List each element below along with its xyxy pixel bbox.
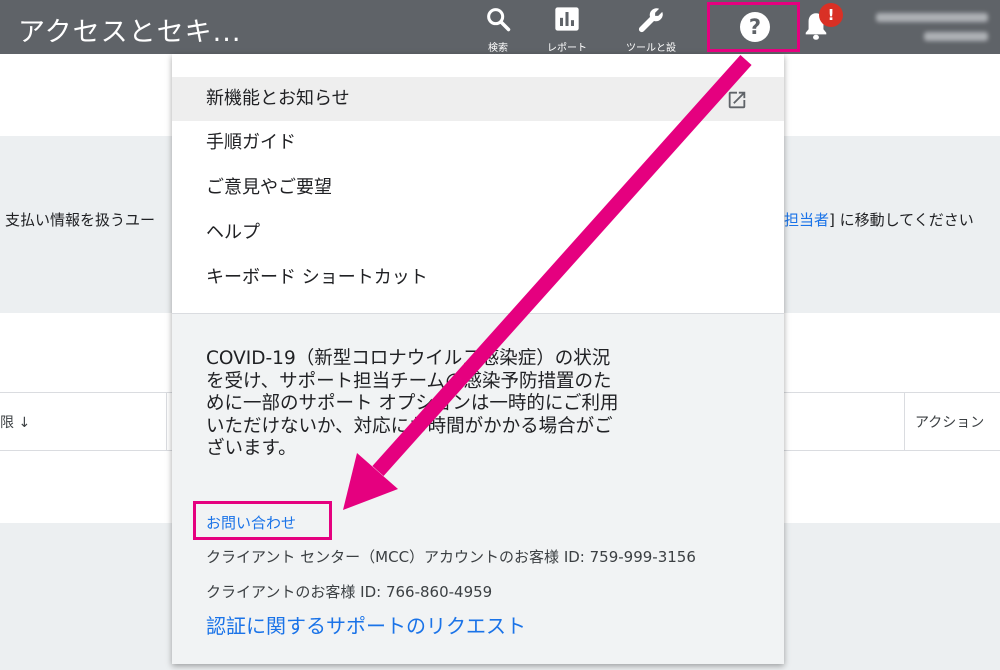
- annotation-arrow: [343, 54, 752, 510]
